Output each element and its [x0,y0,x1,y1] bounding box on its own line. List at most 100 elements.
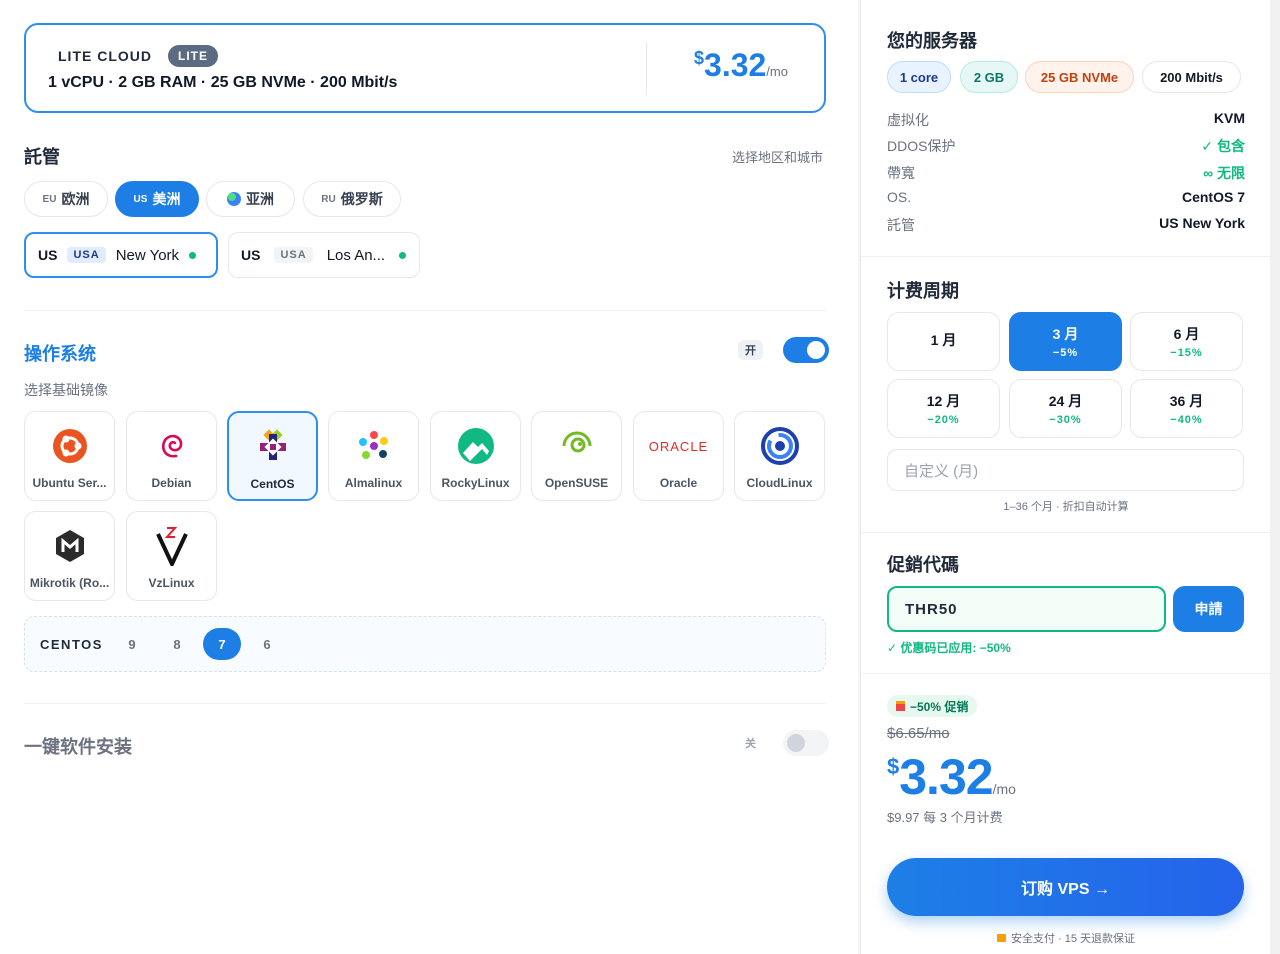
hosting-hint: 选择地区和城市 [732,150,824,165]
plan-price-amount: 3.32 [704,47,767,83]
os-mikrotik[interactable]: Mikrotik (Ro... [24,511,115,601]
location-los-angeles[interactable]: US USA Los An... [228,232,420,278]
centos-icon [253,427,293,467]
software-toggle-label: 关 [745,738,756,750]
version-6[interactable]: 6 [248,628,286,660]
period-label: 3 月 [1052,326,1079,342]
plan-name: LITE CLOUD [58,48,152,64]
period-discount: −40% [1170,414,1203,426]
promo-status: ✓ 优惠码已应用: −50% [887,641,1011,655]
region-asia[interactable]: 亚洲 [206,181,295,217]
row-value: ∞ 无限 [1203,165,1245,181]
online-status-icon [399,251,407,259]
order-vps-button[interactable]: 订购 VPS → [887,858,1244,916]
period-label: 24 月 [1048,393,1083,409]
os-label: CentOS [250,477,295,491]
mikrotik-icon [50,526,90,566]
os-label: Ubuntu Ser... [32,476,107,490]
os-debian[interactable]: Debian [126,411,217,501]
scrollbar[interactable] [1270,0,1280,954]
version-7[interactable]: 7 [203,628,241,660]
region-ru[interactable]: RU 俄罗斯 [303,181,401,217]
os-toggle[interactable] [783,337,829,363]
period-discount: −20% [927,414,960,426]
region-code: EU [42,193,57,205]
os-label: Oracle [659,476,698,490]
summary-row-hosting: 託管 US New York [887,215,1245,235]
os-label: OpenSUSE [544,476,609,490]
spec-chip-bandwidth: 200 Mbit/s [1142,61,1241,93]
os-toggle-group: 开 [738,337,829,363]
divider [24,703,826,704]
os-opensuse[interactable]: OpenSUSE [531,411,622,501]
region-code: RU [321,193,336,205]
software-toggle[interactable] [783,730,829,756]
os-label: RockyLinux [441,476,510,490]
os-subtitle: 选择基础镜像 [24,382,108,398]
plan-price-period: /mo [766,64,788,79]
version-selector: CENTOS 9 8 7 6 [24,616,826,672]
region-eu[interactable]: EU 欧洲 [24,181,108,217]
total-price: $3.32/mo [887,748,1016,806]
summary-title: 您的服务器 [887,31,977,51]
os-vzlinux[interactable]: VzLinux [126,511,217,601]
version-9[interactable]: 9 [113,628,151,660]
os-almalinux[interactable]: Almalinux [328,411,419,501]
row-key: OS. [887,189,912,205]
spec-chip-disk: 25 GB NVMe [1025,61,1134,93]
secure-payment-note: 安全支付 · 15 天退款保证 [861,930,1271,946]
period-12m[interactable]: 12 月 −20% [887,379,1000,438]
os-oracle[interactable]: ORACLE Oracle [633,411,724,501]
promo-code-input[interactable]: THR50 [887,586,1166,632]
apply-promo-button[interactable]: 申請 [1173,586,1244,632]
os-label: Almalinux [344,476,403,490]
os-label: VzLinux [148,576,195,590]
divider [24,310,826,311]
os-cloudlinux[interactable]: CloudLinux [734,411,825,501]
os-toggle-label: 开 [738,340,763,360]
custom-period-input[interactable]: 自定义 (月) [887,449,1244,491]
period-discount: −30% [1049,414,1082,426]
summary-row-bandwidth: 帶寬 ∞ 无限 [887,163,1245,183]
spec-chip-cpu: 1 core [887,61,951,93]
region-label: 亚洲 [246,191,274,207]
location-new-york[interactable]: US USA New York [24,232,218,278]
total-price-currency: $ [887,754,900,779]
period-label: 36 月 [1169,393,1204,409]
opensuse-icon [557,426,597,466]
summary-row-virtualization: 虚拟化 KVM [887,110,1245,130]
promo-title: 促銷代碼 [887,555,959,575]
period-3m[interactable]: 3 月 −5% [1009,312,1122,371]
period-36m[interactable]: 36 月 −40% [1130,379,1243,438]
period-label: 12 月 [926,393,961,409]
plan-specs: 1 vCPU · 2 GB RAM · 25 GB NVMe · 200 Mbi… [48,74,398,91]
hosting-title: 託管 [24,147,60,167]
region-us[interactable]: US 美洲 [115,181,199,217]
lock-icon [996,934,1006,942]
row-value: US New York [1159,215,1245,231]
period-1m[interactable]: 1 月 [887,312,1000,371]
plan-price-currency: $ [694,48,705,68]
os-label: Debian [151,476,192,490]
summary-row-ddos: DDOS保护 ✓ 包含 [887,136,1245,156]
region-code: US [133,193,148,205]
configurator-panel: LITE CLOUD LITE 1 vCPU · 2 GB RAM · 25 G… [0,0,858,954]
os-centos[interactable]: CentOS [227,411,318,501]
old-price: $6.65/mo [887,725,950,742]
version-8[interactable]: 8 [158,628,196,660]
period-label: 6 月 [1173,326,1200,342]
location-tag: USA [274,247,313,263]
period-discount: −5% [1052,347,1079,359]
os-rockylinux[interactable]: RockyLinux [430,411,521,501]
period-6m[interactable]: 6 月 −15% [1130,312,1243,371]
software-toggle-group: 关 [738,730,829,756]
sale-label: −50% 促销 [910,699,969,714]
row-value: KVM [1213,110,1245,126]
period-24m[interactable]: 24 月 −30% [1009,379,1122,438]
cloudlinux-icon [760,426,800,466]
period-label: 1 月 [930,332,957,348]
gift-icon [896,701,905,711]
oracle-icon: ORACLE [639,426,719,466]
row-key: 帶寬 [887,165,915,181]
os-ubuntu[interactable]: Ubuntu Ser... [24,411,115,501]
